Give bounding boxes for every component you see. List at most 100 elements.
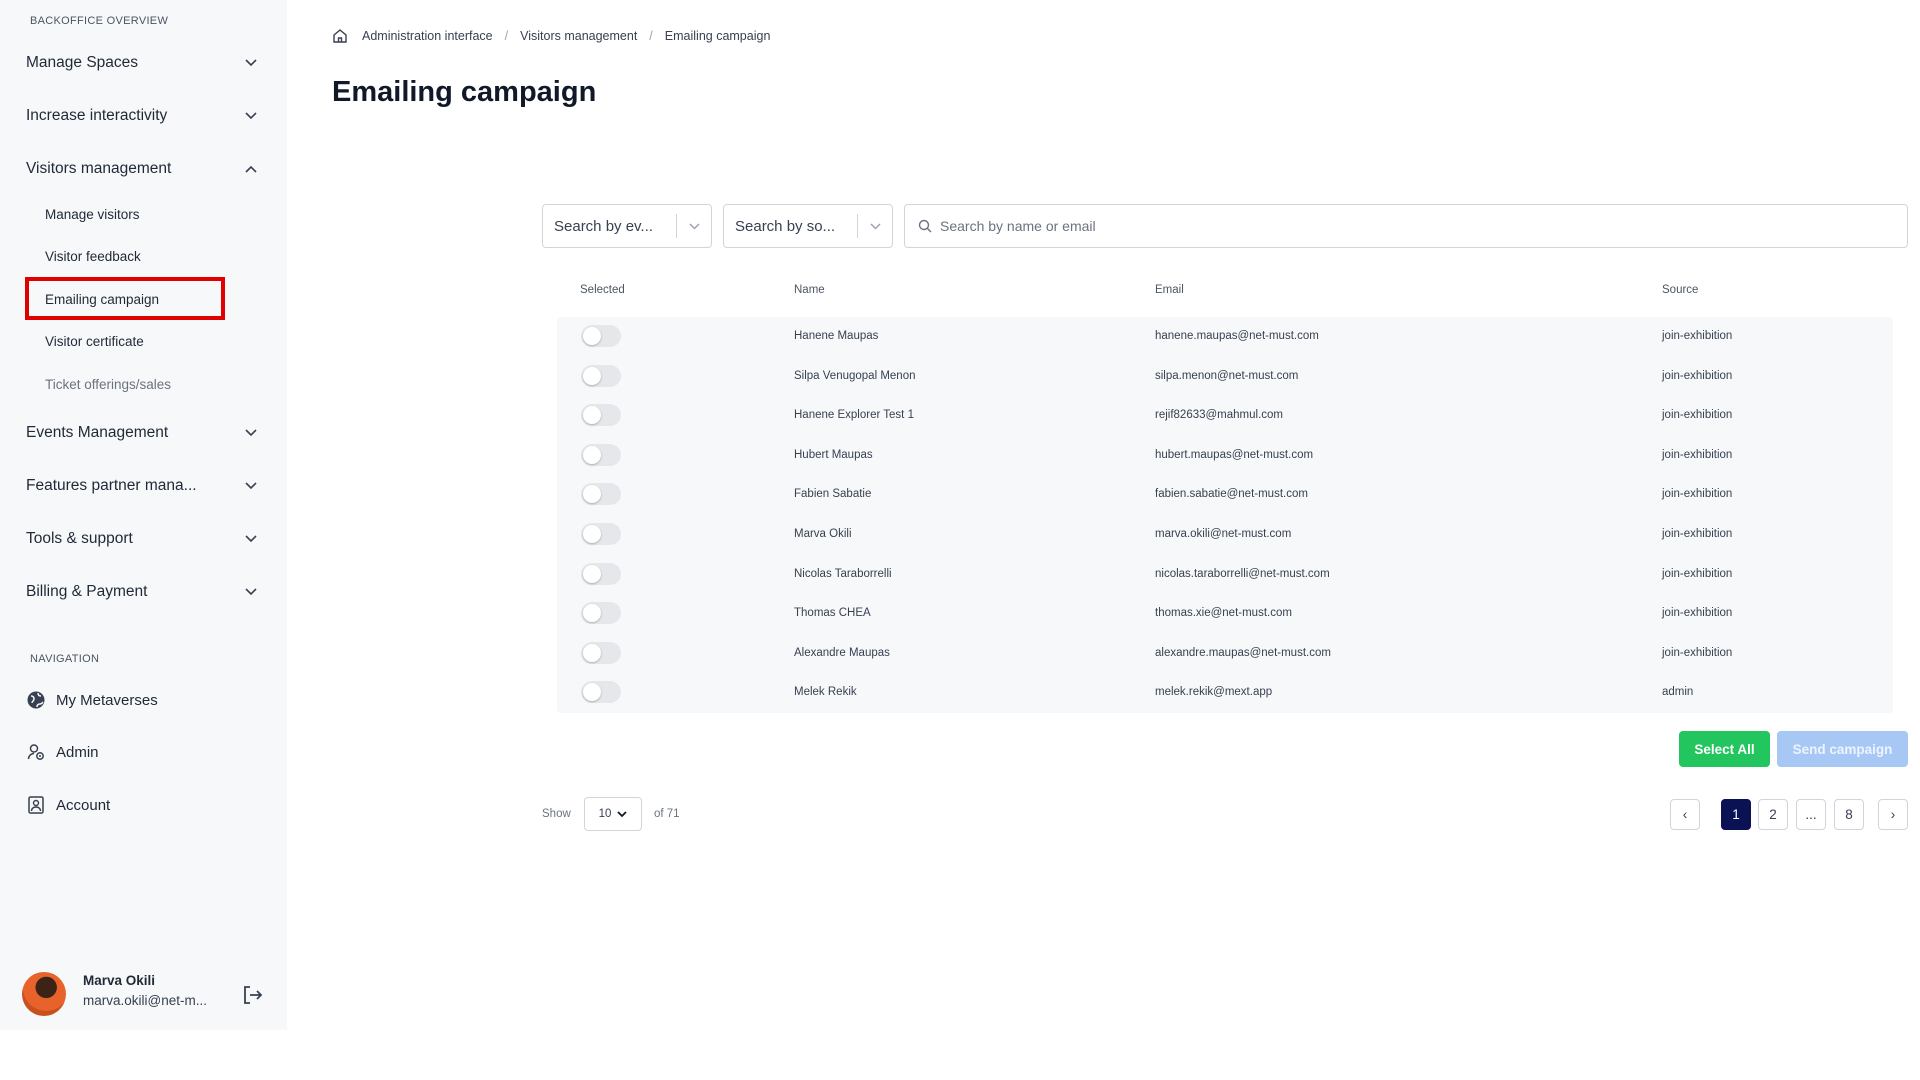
source-cell: join-exhibition xyxy=(1662,607,1733,620)
name-cell: Thomas CHEA xyxy=(794,607,871,620)
user-email: marva.okili@net-m... xyxy=(83,993,207,1008)
sidebar-subitem-visitor-feedback[interactable]: Visitor feedback xyxy=(45,249,141,264)
source-cell: join-exhibition xyxy=(1662,369,1733,382)
chevron-down-icon xyxy=(677,222,711,230)
pagination-page-1[interactable]: 1 xyxy=(1721,799,1751,830)
chevron-up-icon xyxy=(244,162,258,176)
selected-toggle[interactable] xyxy=(581,364,621,387)
page-size-select[interactable]: 10 xyxy=(584,797,642,831)
name-cell: Fabien Sabatie xyxy=(794,488,872,501)
table-row: Fabien Sabatie fabien.sabatie@net-must.co… xyxy=(557,475,1893,515)
account-icon xyxy=(26,795,46,815)
source-cell: join-exhibition xyxy=(1662,567,1733,580)
selected-toggle[interactable] xyxy=(581,483,621,506)
sidebar: BACKOFFICE OVERVIEW Manage Spaces Increa… xyxy=(0,0,287,1030)
chevron-down-icon xyxy=(244,585,258,599)
email-cell: marva.okili@net-must.com xyxy=(1155,528,1292,540)
column-header-email: Email xyxy=(1155,284,1184,296)
sidebar-item-label: Visitors management xyxy=(26,160,172,177)
pagination-page-8[interactable]: 8 xyxy=(1834,799,1864,830)
total-count-label: of 71 xyxy=(654,808,680,820)
sidebar-subitem-visitor-certificate[interactable]: Visitor certificate xyxy=(45,334,144,349)
sidebar-item-label: Tools & support xyxy=(26,530,133,547)
breadcrumb-item-emailing-campaign: Emailing campaign xyxy=(664,29,771,43)
source-cell: join-exhibition xyxy=(1662,330,1733,342)
selected-toggle[interactable] xyxy=(581,681,621,704)
sidebar-item-increase-interactivity[interactable]: Increase interactivity xyxy=(26,101,266,131)
source-cell: join-exhibition xyxy=(1662,448,1733,461)
sidebar-item-billing-payment[interactable]: Billing & Payment xyxy=(26,577,266,607)
email-cell: melek.rekik@mext.app xyxy=(1155,686,1273,699)
sidebar-item-manage-spaces[interactable]: Manage Spaces xyxy=(26,48,266,78)
column-header-source: Source xyxy=(1662,284,1699,296)
email-cell: hubert.maupas@net-must.com xyxy=(1155,448,1314,461)
nav-item-admin[interactable]: Admin xyxy=(26,742,99,762)
email-cell: rejif82633@mahmul.com xyxy=(1155,409,1284,422)
email-cell: silpa.menon@net-must.com xyxy=(1155,369,1299,382)
breadcrumb-item-visitors-management[interactable]: Visitors management xyxy=(520,29,637,43)
chevron-down-icon xyxy=(244,109,258,123)
column-header-name: Name xyxy=(794,284,825,296)
pagination-ellipsis[interactable]: ... xyxy=(1796,799,1826,830)
table-row: Hanene Maupas hanene.maupas@net-must.com j… xyxy=(557,317,1893,357)
breadcrumb-item-admin-interface[interactable]: Administration interface xyxy=(362,29,493,43)
sidebar-item-tools-support[interactable]: Tools & support xyxy=(26,524,266,554)
logout-icon[interactable] xyxy=(240,983,264,1007)
send-campaign-button[interactable]: Send campaign xyxy=(1777,731,1908,767)
table-row: Marva Okili marva.okili@net-must.com join-… xyxy=(557,515,1893,555)
sidebar-subitem-manage-visitors[interactable]: Manage visitors xyxy=(45,207,140,222)
nav-item-my-metaverses[interactable]: My Metaverses xyxy=(26,690,158,710)
email-cell: hanene.maupas@net-must.com xyxy=(1155,330,1319,342)
name-cell: Alexandre Maupas xyxy=(794,646,890,659)
admin-icon xyxy=(26,742,46,762)
chevron-down-icon xyxy=(617,809,628,819)
source-filter-select[interactable]: Search by so... xyxy=(723,204,893,248)
event-filter-select[interactable]: Search by ev... xyxy=(542,204,712,248)
chevron-down-icon xyxy=(858,222,892,230)
show-label: Show xyxy=(542,808,571,820)
email-cell: fabien.sabatie@net-must.com xyxy=(1155,488,1308,501)
breadcrumb: Administration interface / Visitors mana… xyxy=(332,28,770,44)
table-row: Thomas CHEA thomas.xie@net-must.com join-e… xyxy=(557,594,1893,634)
name-cell: Hanene Explorer Test 1 xyxy=(794,409,914,422)
table-row: Hanene Explorer Test 1 rejif82633@mahmul.… xyxy=(557,396,1893,436)
source-cell: join-exhibition xyxy=(1662,528,1733,540)
search-input[interactable] xyxy=(940,218,1907,234)
selected-toggle[interactable] xyxy=(581,523,621,545)
sidebar-item-label: Increase interactivity xyxy=(26,107,168,124)
name-cell: Silpa Venugopal Menon xyxy=(794,369,916,382)
home-icon[interactable] xyxy=(332,28,348,44)
name-cell: Marva Okili xyxy=(794,528,852,540)
sidebar-item-label: Features partner mana... xyxy=(26,477,197,494)
section-title-navigation: NAVIGATION xyxy=(30,653,100,665)
selected-toggle[interactable] xyxy=(581,641,621,664)
nav-item-account[interactable]: Account xyxy=(26,795,110,815)
user-name: Marva Okili xyxy=(83,973,156,988)
globe-icon xyxy=(26,690,46,710)
selected-toggle[interactable] xyxy=(581,602,621,625)
chevron-down-icon xyxy=(244,532,258,546)
search-icon xyxy=(918,219,932,233)
selected-toggle[interactable] xyxy=(581,404,621,427)
selected-toggle[interactable] xyxy=(581,443,621,466)
sidebar-item-label: Manage Spaces xyxy=(26,54,139,71)
avatar[interactable] xyxy=(22,972,66,1016)
source-cell: join-exhibition xyxy=(1662,488,1733,501)
sidebar-subitem-ticket-offerings[interactable]: Ticket offerings/sales xyxy=(45,377,171,392)
name-cell: Nicolas Taraborrelli xyxy=(794,567,892,580)
select-all-button[interactable]: Select All xyxy=(1679,731,1770,767)
sidebar-item-features-partner[interactable]: Features partner mana... xyxy=(26,471,266,501)
selected-toggle[interactable] xyxy=(581,562,621,585)
pagination-page-2[interactable]: 2 xyxy=(1758,799,1788,830)
sidebar-item-visitors-management[interactable]: Visitors management xyxy=(26,154,266,184)
breadcrumb-separator: / xyxy=(649,29,653,43)
sidebar-item-events-management[interactable]: Events Management xyxy=(26,418,266,448)
pagination-prev-button[interactable]: ‹ xyxy=(1670,799,1700,830)
table-body: Hanene Maupas hanene.maupas@net-must.com j… xyxy=(557,317,1893,713)
nav-item-label: My Metaverses xyxy=(56,691,158,709)
section-title-overview: BACKOFFICE OVERVIEW xyxy=(30,15,169,27)
source-cell: admin xyxy=(1662,686,1694,699)
pagination-next-button[interactable]: › xyxy=(1878,799,1908,830)
sidebar-item-label: Billing & Payment xyxy=(26,583,148,600)
selected-toggle[interactable] xyxy=(581,325,621,347)
